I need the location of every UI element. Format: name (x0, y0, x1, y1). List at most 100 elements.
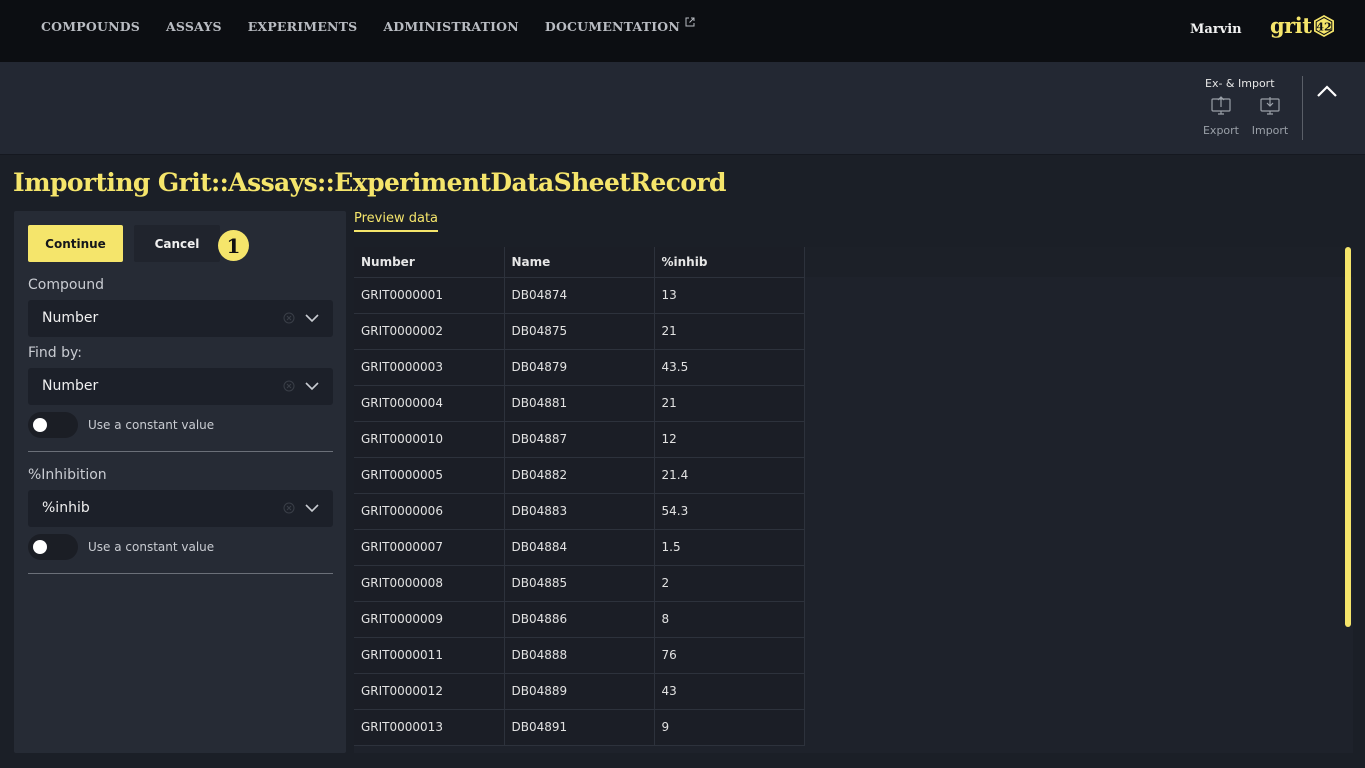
table-row: GRIT0000011 DB04888 76 (354, 637, 805, 674)
user-menu[interactable]: Marvin (1190, 22, 1242, 37)
find-by-select[interactable]: Number (28, 368, 333, 405)
table-row: GRIT0000003 DB04879 43.5 (354, 349, 805, 386)
table-row: GRIT0000004 DB04881 21 (354, 385, 805, 422)
table-cell: GRIT0000012 (354, 673, 505, 710)
constant-value-toggle[interactable] (28, 412, 78, 438)
find-by-label: Find by: (28, 345, 83, 361)
chevron-down-icon[interactable] (304, 380, 320, 392)
column-header-inhib[interactable]: %inhib (654, 247, 805, 278)
clear-circle-icon[interactable] (283, 502, 295, 514)
main-nav: COMPOUNDS ASSAYS EXPERIMENTS ADMINISTRAT… (41, 17, 721, 34)
export-label: Export (1202, 124, 1239, 137)
collapse-toolbar-button[interactable] (1314, 82, 1340, 106)
table-cell: GRIT0000013 (354, 709, 505, 746)
chevron-down-icon[interactable] (304, 502, 320, 514)
nav-item-administration[interactable]: ADMINISTRATION (383, 19, 519, 34)
chevron-up-icon (1317, 85, 1337, 97)
table-cell: 1.5 (654, 529, 805, 566)
external-link-icon (685, 17, 695, 27)
logo-text: grit (1270, 12, 1312, 38)
table-cell: DB04874 (504, 277, 655, 314)
column-header-number[interactable]: Number (354, 247, 505, 278)
table-cell: 8 (654, 601, 805, 638)
inhibition-select-value: %inhib (42, 500, 90, 516)
constant-value-label: Use a constant value (88, 418, 215, 432)
table-row: GRIT0000005 DB04882 21.4 (354, 457, 805, 494)
table-cell: 54.3 (654, 493, 805, 530)
import-button[interactable]: Import (1248, 96, 1292, 137)
table-cell: GRIT0000001 (354, 277, 505, 314)
toolbar-band: Ex- & Import Export Import (0, 62, 1365, 155)
table-cell: GRIT0000007 (354, 529, 505, 566)
compound-select[interactable]: Number (28, 300, 333, 337)
section-divider (28, 451, 333, 452)
table-cell: DB04881 (504, 385, 655, 422)
constant-value-row-compound: Use a constant value (28, 412, 214, 438)
table-cell: 21 (654, 313, 805, 350)
clear-circle-icon[interactable] (283, 380, 295, 392)
table-cell: 12 (654, 421, 805, 458)
nav-item-documentation[interactable]: DOCUMENTATION (545, 17, 695, 34)
table-cell: GRIT0000010 (354, 421, 505, 458)
cancel-button[interactable]: Cancel (134, 225, 220, 262)
table-cell: 43 (654, 673, 805, 710)
table-row: GRIT0000006 DB04883 54.3 (354, 493, 805, 530)
table-cell: GRIT0000011 (354, 637, 505, 674)
logo-hexagon-icon: 42 (1314, 15, 1335, 37)
compound-label: Compound (28, 277, 105, 293)
table-row: GRIT0000002 DB04875 21 (354, 313, 805, 350)
table-cell: DB04879 (504, 349, 655, 386)
table-scrollbar[interactable] (1345, 247, 1351, 627)
table-row: GRIT0000007 DB04884 1.5 (354, 529, 805, 566)
download-monitor-icon (1260, 97, 1280, 115)
table-header-fill (804, 247, 1353, 277)
inhibition-label: %Inhibition (28, 467, 107, 483)
table-cell: 2 (654, 565, 805, 602)
table-cell: 43.5 (654, 349, 805, 386)
app-logo[interactable]: grit 42 (1270, 12, 1336, 38)
table-row: GRIT0000010 DB04887 12 (354, 421, 805, 458)
table-row: GRIT0000009 DB04886 8 (354, 601, 805, 638)
table-row: GRIT0000013 DB04891 9 (354, 709, 805, 746)
compound-select-value: Number (42, 310, 99, 326)
table-cell: DB04889 (504, 673, 655, 710)
table-cell: DB04884 (504, 529, 655, 566)
table-cell: GRIT0000002 (354, 313, 505, 350)
table-cell: DB04891 (504, 709, 655, 746)
table-header-row: Number Name %inhib (354, 247, 805, 278)
tab-preview-data[interactable]: Preview data (354, 211, 439, 232)
nav-label: ADMINISTRATION (383, 19, 519, 34)
table-cell: 76 (654, 637, 805, 674)
table-cell: 21 (654, 385, 805, 422)
table-cell: 9 (654, 709, 805, 746)
table-row: GRIT0000008 DB04885 2 (354, 565, 805, 602)
table-cell: GRIT0000006 (354, 493, 505, 530)
constant-value-label: Use a constant value (88, 540, 215, 554)
nav-item-assays[interactable]: ASSAYS (166, 19, 222, 34)
clear-circle-icon[interactable] (283, 312, 295, 324)
preview-table: Number Name %inhib GRIT0000001 DB04874 13 G… (354, 247, 805, 746)
nav-label: ASSAYS (165, 19, 222, 34)
logo-badge-text: 42 (1317, 21, 1332, 34)
table-row: GRIT0000001 DB04874 13 (354, 277, 805, 314)
constant-value-row-inhibition: Use a constant value (28, 534, 214, 560)
toggle-knob (33, 418, 47, 432)
table-cell: DB04882 (504, 457, 655, 494)
toggle-knob (33, 540, 47, 554)
table-cell: DB04888 (504, 637, 655, 674)
table-cell: GRIT0000004 (354, 385, 505, 422)
export-button[interactable]: Export (1199, 96, 1243, 137)
table-cell: GRIT0000008 (354, 565, 505, 602)
column-header-name[interactable]: Name (504, 247, 655, 278)
nav-item-compounds[interactable]: COMPOUNDS (41, 19, 140, 34)
nav-item-experiments[interactable]: EXPERIMENTS (248, 19, 358, 34)
inhibition-select[interactable]: %inhib (28, 490, 333, 527)
import-mapping-panel: Continue Cancel 1 Compound Number Find b… (14, 211, 346, 753)
table-cell: DB04883 (504, 493, 655, 530)
chevron-down-icon[interactable] (304, 312, 320, 324)
table-cell: 21.4 (654, 457, 805, 494)
continue-button[interactable]: Continue (28, 225, 123, 262)
toolbar-divider (1302, 76, 1303, 140)
constant-value-toggle[interactable] (28, 534, 78, 560)
step-badge: 1 (218, 230, 249, 261)
